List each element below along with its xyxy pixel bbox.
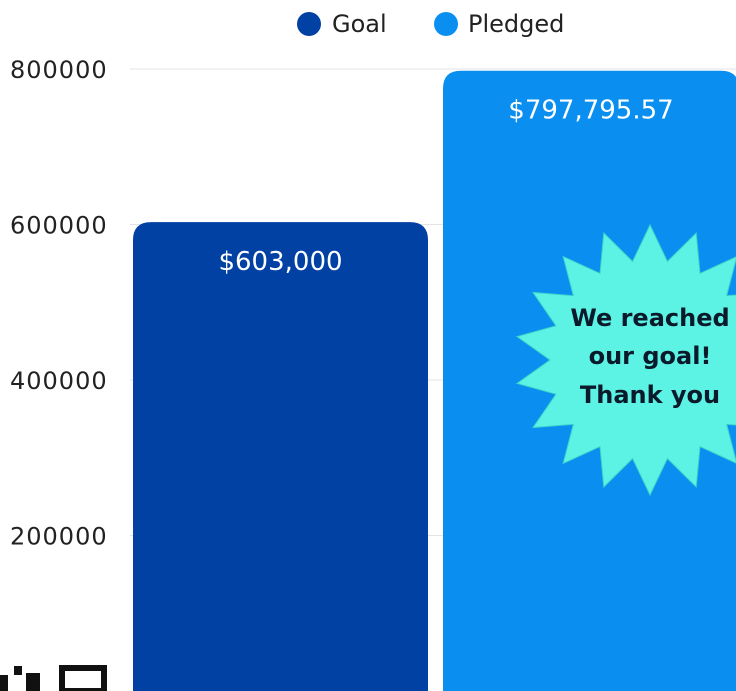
legend: Goal Pledged <box>297 10 564 38</box>
legend-label-pledged: Pledged <box>468 10 564 38</box>
y-tick-label-0: 200000 <box>10 523 108 551</box>
bar-goal <box>133 222 428 691</box>
y-tick-label-1: 400000 <box>10 367 108 395</box>
bar-chart: 200000 400000 600000 800000 $603,000 $797,79… <box>0 10 736 691</box>
bar-value-label-goal: $603,000 <box>218 247 342 277</box>
qr-code-fragment <box>0 665 107 691</box>
legend-swatch-goal <box>297 12 321 36</box>
burst-line-2: our goal! <box>589 342 712 370</box>
burst-line-1: We reached <box>570 304 729 332</box>
y-tick-label-2: 600000 <box>10 212 108 240</box>
burst-line-3: Thank you <box>580 381 720 409</box>
bar-value-label-pledged: $797,795.57 <box>508 96 673 126</box>
y-axis-ticks: 200000 400000 600000 800000 <box>10 56 108 551</box>
chart-stage: 200000 400000 600000 800000 $603,000 $797,79… <box>0 0 736 691</box>
legend-label-goal: Goal <box>332 10 387 38</box>
legend-swatch-pledged <box>434 12 458 36</box>
y-tick-label-3: 800000 <box>10 56 108 84</box>
